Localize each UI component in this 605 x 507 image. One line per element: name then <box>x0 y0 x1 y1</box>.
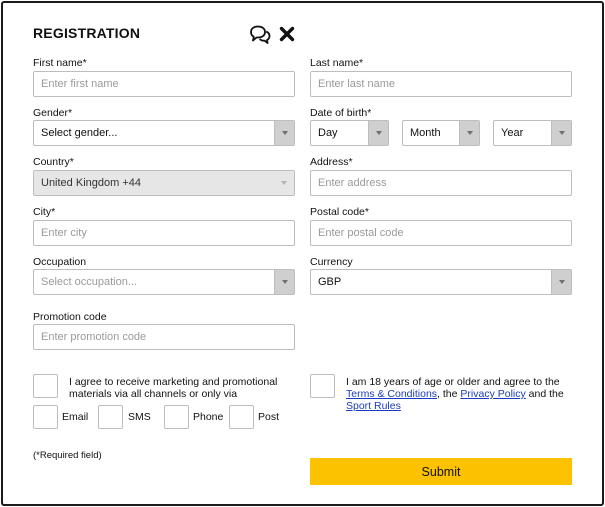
phone-channel-checkbox[interactable] <box>164 405 189 429</box>
dob-label: Date of birth* <box>310 107 372 119</box>
marketing-consent-line2: materials via all channels or only via <box>69 388 238 400</box>
occupation-label: Occupation <box>33 256 87 268</box>
dob-month-select[interactable]: Month <box>402 120 480 146</box>
address-input[interactable] <box>310 170 572 196</box>
post-channel-checkbox[interactable] <box>229 405 254 429</box>
sms-channel-checkbox[interactable] <box>98 405 123 429</box>
submit-button[interactable]: Submit <box>310 458 572 485</box>
last-name-input[interactable] <box>310 71 572 97</box>
currency-label: Currency <box>310 256 353 268</box>
required-field-note: (*Required field) <box>33 450 102 461</box>
currency-select-value: GBP <box>318 276 342 288</box>
country-select-value: United Kingdom +44 <box>41 177 141 189</box>
dob-day-select[interactable]: Day <box>310 120 389 146</box>
marketing-consent-text: I agree to receive marketing and promoti… <box>69 376 277 400</box>
marketing-consent-checkbox[interactable] <box>33 374 58 398</box>
city-input[interactable] <box>33 220 295 246</box>
age-terms-line3: Sport Rules <box>346 400 581 412</box>
age-terms-separator-2: and the <box>525 388 564 400</box>
age-terms-separator-1: , the <box>437 388 461 400</box>
close-icon[interactable] <box>279 26 295 42</box>
occupation-select[interactable]: Select occupation... <box>33 269 295 295</box>
country-label: Country* <box>33 156 74 168</box>
postal-code-input[interactable] <box>310 220 572 246</box>
terms-conditions-link[interactable]: Terms & Conditions <box>346 388 437 400</box>
country-select: United Kingdom +44 <box>33 170 295 196</box>
first-name-label: First name* <box>33 57 87 69</box>
age-terms-checkbox[interactable] <box>310 374 335 398</box>
dob-year-value: Year <box>501 127 524 139</box>
privacy-policy-link[interactable]: Privacy Policy <box>460 388 525 400</box>
post-channel-label: Post <box>258 411 280 423</box>
form-title: REGISTRATION <box>33 25 141 41</box>
chevron-down-icon <box>551 121 571 145</box>
promotion-code-label: Promotion code <box>33 311 107 323</box>
gender-label: Gender* <box>33 107 73 119</box>
chevron-down-icon <box>551 270 571 294</box>
dob-day-value: Day <box>318 127 338 139</box>
first-name-input[interactable] <box>33 71 295 97</box>
chevron-down-icon <box>459 121 479 145</box>
sport-rules-link[interactable]: Sport Rules <box>346 400 401 412</box>
gender-select[interactable]: Select gender... <box>33 120 295 146</box>
gender-select-value: Select gender... <box>41 127 118 139</box>
phone-channel-label: Phone <box>193 411 224 423</box>
marketing-consent-line1: I agree to receive marketing and promoti… <box>69 376 278 388</box>
chevron-down-icon <box>274 270 294 294</box>
chevron-down-icon <box>368 121 388 145</box>
city-label: City* <box>33 206 56 218</box>
address-label: Address* <box>310 156 353 168</box>
email-channel-checkbox[interactable] <box>33 405 58 429</box>
email-channel-label: Email <box>62 411 89 423</box>
occupation-select-value: Select occupation... <box>41 276 138 288</box>
postal-code-label: Postal code* <box>310 206 369 218</box>
dob-year-select[interactable]: Year <box>493 120 572 146</box>
chevron-down-icon <box>274 171 294 195</box>
age-terms-text: I am 18 years of age or older and agree … <box>346 376 581 412</box>
chevron-down-icon <box>274 121 294 145</box>
sms-channel-label: SMS <box>128 411 151 423</box>
last-name-label: Last name* <box>310 57 364 69</box>
age-terms-line2: Terms & Conditions, the Privacy Policy a… <box>346 388 581 400</box>
currency-select[interactable]: GBP <box>310 269 572 295</box>
promotion-code-input[interactable] <box>33 324 295 350</box>
chat-bubbles-icon[interactable] <box>249 25 271 45</box>
age-terms-line1: I am 18 years of age or older and agree … <box>346 376 560 388</box>
dob-month-value: Month <box>410 127 441 139</box>
